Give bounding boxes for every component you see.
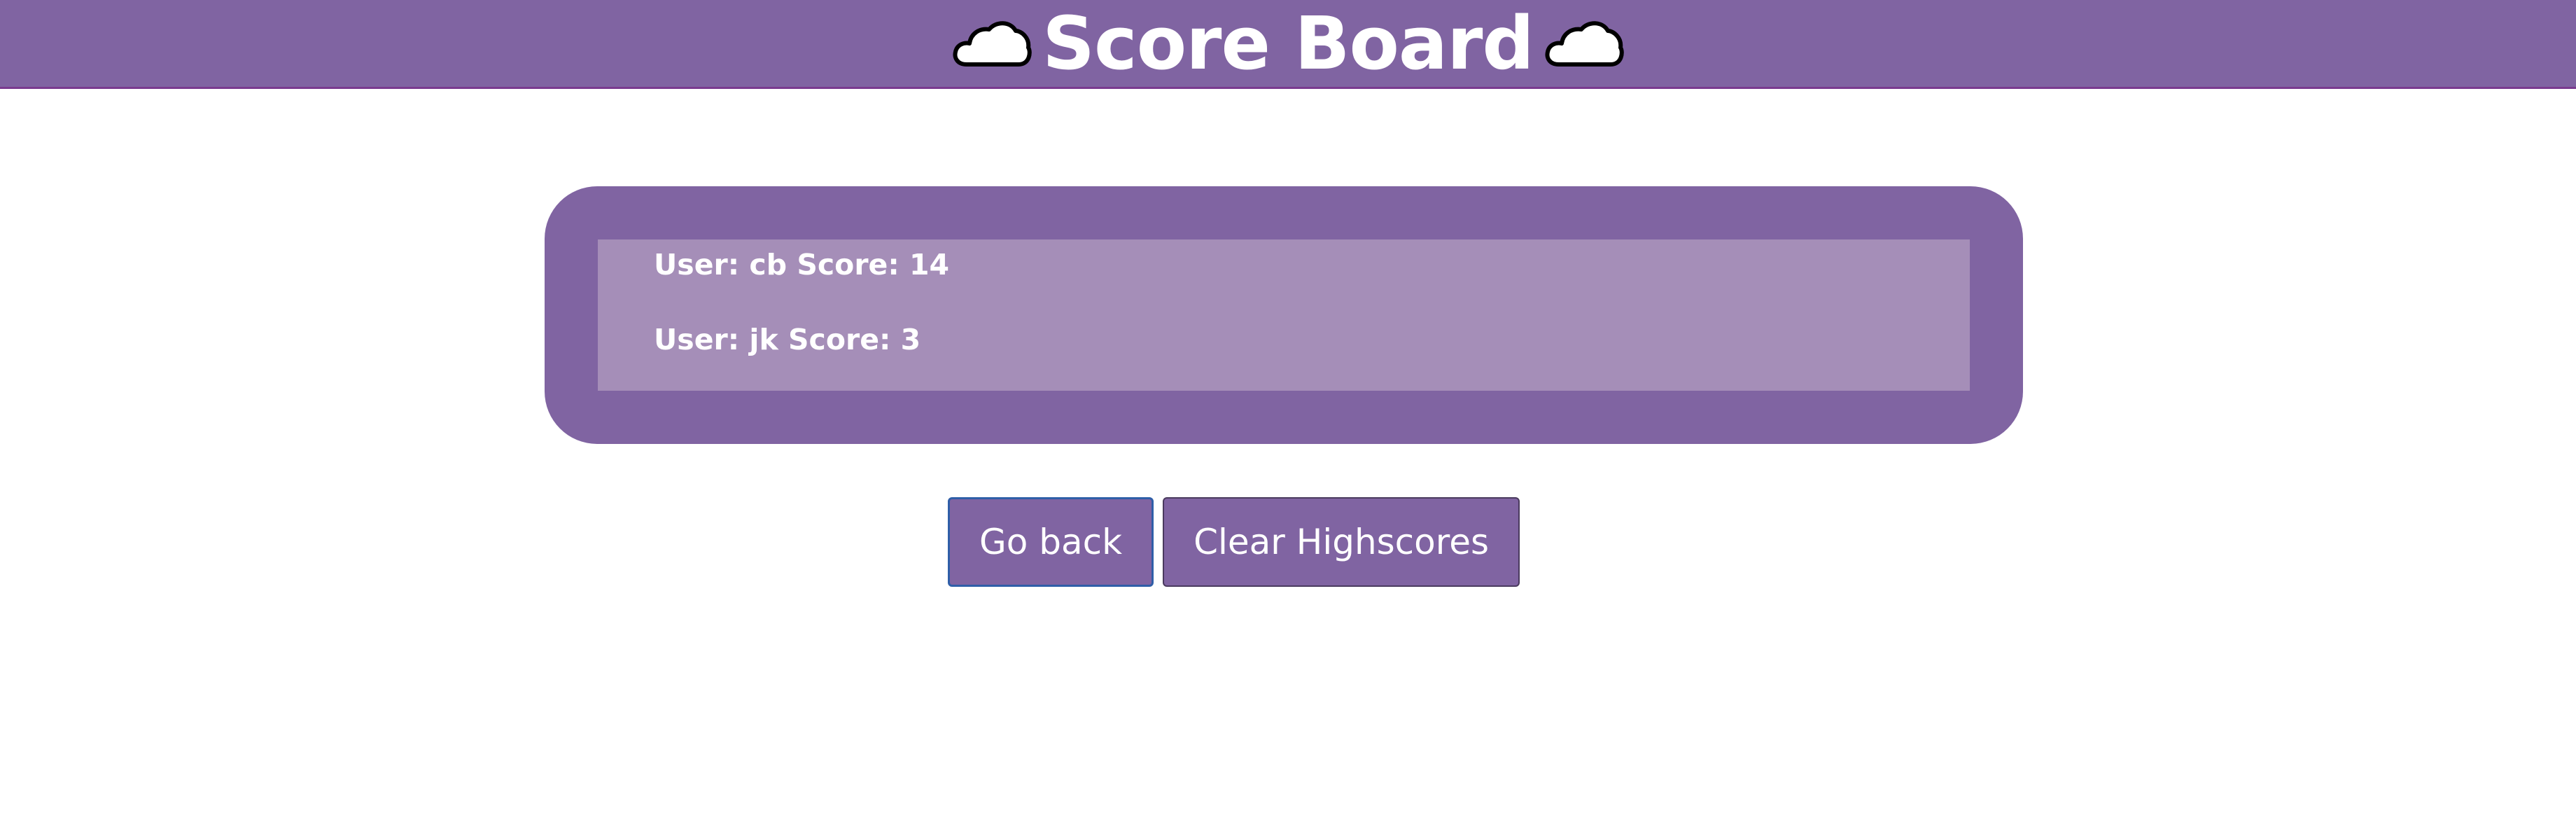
- scoreboard-panel: User: cb Score: 14 User: jk Score: 3: [545, 186, 2023, 444]
- cloud-icon: [1545, 21, 1624, 67]
- button-row: Go back Clear Highscores: [948, 497, 1520, 587]
- score-list-item: User: jk Score: 3: [654, 323, 921, 356]
- cloud-icon: [953, 21, 1032, 67]
- go-back-button[interactable]: Go back: [948, 497, 1154, 587]
- score-list-item: User: cb Score: 14: [654, 248, 950, 282]
- header-bar: Score Board: [0, 0, 2576, 89]
- score-list: User: cb Score: 14 User: jk Score: 3: [598, 239, 1970, 391]
- page-title: Score Board: [1042, 0, 1534, 86]
- clear-highscores-button[interactable]: Clear Highscores: [1163, 497, 1520, 587]
- title-group: Score Board: [951, 0, 1625, 88]
